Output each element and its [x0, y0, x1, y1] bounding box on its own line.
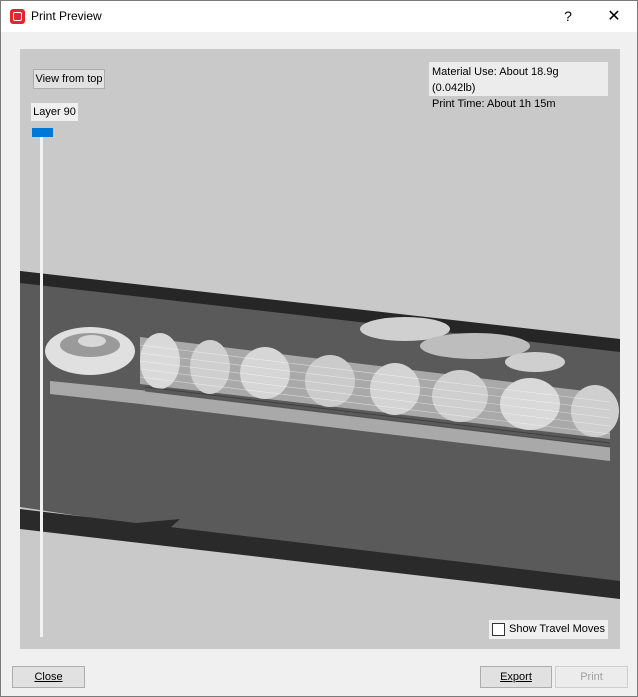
layer-slider-track[interactable]	[40, 133, 43, 637]
title-bar: Print Preview ? ✕	[1, 1, 637, 32]
show-travel-moves-checkbox[interactable]: Show Travel Moves	[489, 620, 608, 639]
close-window-button[interactable]: ✕	[591, 1, 637, 32]
preview-viewport[interactable]	[20, 49, 620, 649]
help-button[interactable]: ?	[545, 1, 591, 32]
layer-label: Layer 90	[31, 103, 78, 121]
show-travel-moves-label: Show Travel Moves	[509, 623, 605, 635]
print-time-text: Print Time: About 1h 15m	[432, 98, 556, 110]
close-button-label: Close	[34, 671, 63, 683]
layer-slider-thumb[interactable]	[32, 128, 53, 137]
export-button-label: Export	[500, 671, 532, 683]
print-button-label: Print	[580, 671, 603, 683]
material-use-text: Material Use: About 18.9g (0.042lb)	[432, 66, 559, 94]
export-button[interactable]: Export	[480, 666, 552, 688]
app-logo-icon	[10, 9, 25, 24]
view-from-top-button[interactable]: View from top	[33, 69, 105, 89]
print-button[interactable]: Print	[555, 666, 628, 688]
print-preview-window: Print Preview ? ✕ View from top Material…	[0, 0, 638, 697]
print-info-box: Material Use: About 18.9g (0.042lb) Prin…	[429, 62, 608, 110]
checkbox-box[interactable]	[492, 623, 505, 636]
close-button[interactable]: Close	[12, 666, 85, 688]
window-title: Print Preview	[31, 9, 102, 23]
3d-model-preview	[20, 271, 620, 599]
